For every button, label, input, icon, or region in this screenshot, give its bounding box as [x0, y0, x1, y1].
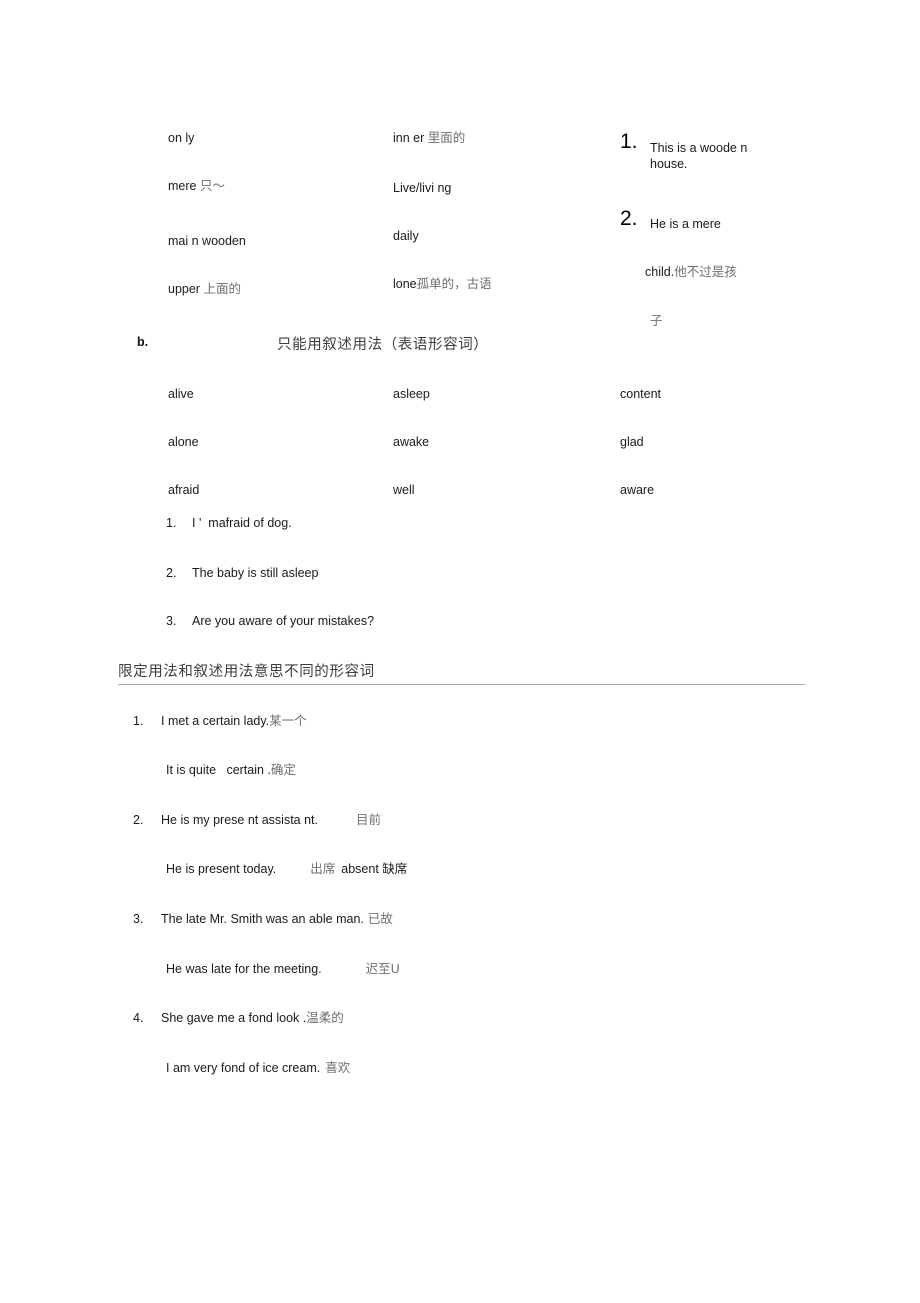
entry-sub-gloss: 出席: [310, 861, 336, 876]
entry-main: She gave me a fond look .温柔的: [161, 1010, 344, 1026]
word-gloss: 孤单的，古语: [416, 276, 492, 291]
entry-main: The late Mr. Smith was an able man. 已故: [161, 911, 393, 927]
example-marker: 1.: [166, 516, 177, 530]
entry-main: He is my prese nt assista nt. 目前: [161, 812, 381, 828]
entry-main-gloss: 目前: [356, 812, 382, 827]
entry-sub-text: He was late for the meeting.: [166, 962, 322, 976]
word-entry: on ly: [168, 130, 194, 146]
entry-sub: He is present today. 出席 absent 缺席: [166, 861, 407, 877]
example-gloss: 他不过是孩: [674, 264, 737, 279]
entry-main-gloss: 温柔的: [306, 1010, 344, 1025]
heading-divider: [118, 684, 805, 685]
word-text: daily: [393, 229, 419, 243]
entry-sub-text: I am very fond of ice cream.: [166, 1061, 321, 1075]
word-entry: mere 只～: [168, 178, 225, 194]
entry-main-text: The late Mr. Smith was an able man.: [161, 912, 364, 926]
predicative-word: glad: [620, 435, 644, 449]
example-text: Are you aware of your mistakes?: [192, 614, 375, 628]
section-heading: 限定用法和叙述用法意思不同的形容词: [118, 664, 375, 680]
word-gloss: 上面的: [203, 281, 241, 296]
document-page: on ly mere 只～ mai n wooden upper 上面的 inn…: [0, 0, 920, 1303]
example-text: The baby is still asleep: [192, 566, 319, 580]
word-text: Live/livi ng: [393, 181, 452, 195]
example-marker: 2.: [166, 566, 177, 580]
entry-main-text: I met a certain lady.: [161, 714, 270, 728]
word-entry: inn er 里面的: [393, 130, 465, 146]
predicative-word: well: [393, 483, 415, 497]
example-marker: 2.: [620, 207, 638, 230]
list-label-b: b.: [137, 335, 149, 349]
example-line: He is a mere: [650, 217, 721, 231]
predicative-word: alive: [168, 387, 194, 401]
word-entry: Live/livi ng: [393, 180, 451, 196]
example-line: house.: [650, 157, 688, 171]
word-text: inn er: [393, 131, 428, 145]
entry-sub-gloss: 迟至U: [365, 961, 400, 976]
entry-sub: He was late for the meeting. 迟至U: [166, 961, 400, 977]
entry-main-gloss: 某一个: [269, 713, 307, 728]
entry-main-text: She gave me a fond look .: [161, 1011, 307, 1025]
entry-main-gloss: 已故: [367, 911, 393, 926]
entry-sub: It is quite certain .确定: [166, 762, 296, 778]
word-gloss: 里面的: [427, 130, 466, 145]
word-text: mere: [168, 179, 200, 193]
word-entry: lone孤单的，古语: [393, 276, 492, 292]
entry-sub: I am very fond of ice cream. 喜欢: [166, 1060, 350, 1076]
entry-marker: 4.: [133, 1011, 144, 1025]
entry-main: I met a certain lady.某一个: [161, 713, 307, 729]
example-marker: 3.: [166, 614, 177, 628]
entry-marker: 2.: [133, 813, 144, 827]
entry-marker: 3.: [133, 912, 144, 926]
predicative-word: content: [620, 387, 662, 401]
word-text: on ly: [168, 131, 195, 145]
predicative-word: asleep: [393, 387, 430, 401]
word-entry: mai n wooden: [168, 233, 246, 249]
predicative-word: afraid: [168, 483, 200, 497]
entry-main-text: He is my prese nt assista nt.: [161, 813, 319, 827]
example-text: I ' mafraid of dog.: [192, 516, 292, 530]
word-text: upper: [168, 282, 204, 296]
predicative-heading: 只能用叙述用法（表语形容词）: [277, 337, 489, 353]
word-gloss: 只～: [199, 178, 225, 193]
entry-sub-text: It is quite certain .: [166, 763, 271, 777]
entry-sub-gloss: 喜欢: [325, 1060, 351, 1075]
predicative-word: alone: [168, 435, 199, 449]
predicative-word: aware: [620, 483, 655, 497]
example-line: child.他不过是孩: [645, 264, 737, 280]
entry-marker: 1.: [133, 714, 144, 728]
example-line: This is a woode n: [650, 141, 748, 155]
word-text: mai n wooden: [168, 234, 246, 248]
example-text: child.: [645, 265, 675, 279]
word-entry: upper 上面的: [168, 281, 241, 297]
word-entry: daily: [393, 228, 419, 244]
entry-sub-gloss-extra: absent 缺席: [341, 862, 408, 876]
example-gloss-continued: 子: [650, 313, 663, 328]
predicative-word: awake: [393, 435, 430, 449]
example-marker: 1.: [620, 130, 638, 153]
entry-sub-gloss: 确定: [270, 762, 296, 777]
word-text: lone: [393, 277, 417, 291]
entry-sub-text: He is present today.: [166, 862, 277, 876]
